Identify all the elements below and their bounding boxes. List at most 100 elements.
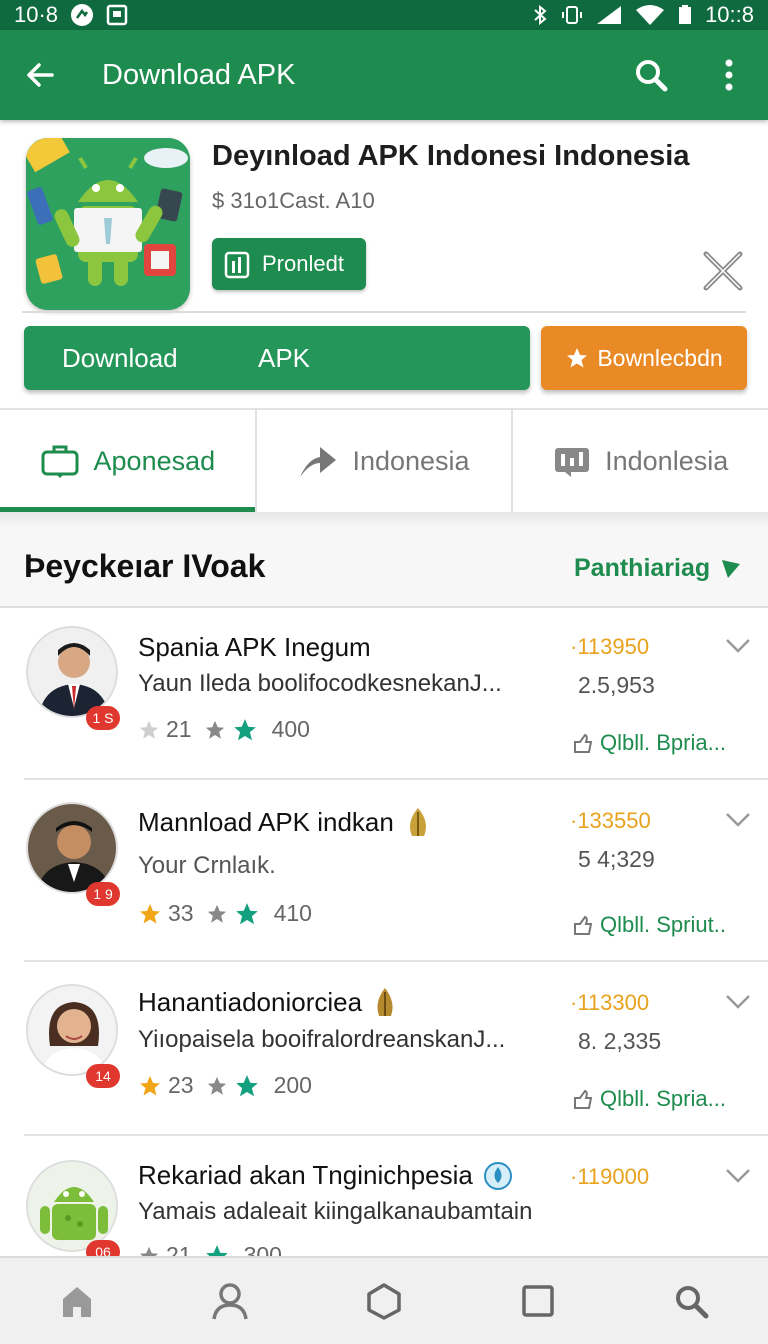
tab-indonlesia[interactable]: Indonlesia — [511, 410, 768, 512]
item-rating: 21 300 — [138, 1242, 282, 1256]
nav-home-button[interactable] — [0, 1258, 154, 1344]
review-count: 200 — [273, 1072, 312, 1098]
download-label: Download — [62, 342, 178, 373]
status-time-right: 10::8 — [705, 2, 754, 27]
item-rating: 33 410 — [138, 900, 312, 927]
tab-label: Indonlesia — [605, 445, 729, 476]
chart-bars-icon — [224, 251, 250, 279]
chevron-down-icon[interactable] — [724, 810, 752, 830]
gold-leaf-icon — [409, 808, 426, 836]
vibrate-icon — [561, 4, 583, 26]
tab-bar: Aponesad Indonesia Indonlesia — [0, 408, 768, 512]
home-icon — [62, 1287, 91, 1317]
list-item[interactable]: 06 Rekariad akan Tnginichpesia Yamais ad… — [0, 1136, 768, 1256]
app-bar-title: Download APK — [102, 58, 296, 91]
item-subtitle: Yaun Ileda boolifocodkesnekanJ... — [138, 670, 502, 697]
star-grey-icon — [205, 720, 224, 739]
section-heading: Þeyckeıar IVoak — [24, 548, 266, 584]
install-badge-label: Pronledt — [262, 251, 344, 276]
search-icon — [636, 60, 668, 92]
rating-value: 23 — [168, 1072, 194, 1098]
item-download-count: ·119000 — [570, 1164, 650, 1189]
gold-leaf-icon — [377, 988, 393, 1016]
avatar — [26, 802, 118, 894]
star-teal-icon — [235, 902, 258, 924]
chevron-down-icon[interactable] — [724, 636, 752, 656]
water-drop-icon — [483, 1161, 512, 1190]
item-size: 8. 2,335 — [578, 1028, 662, 1054]
tab-label: Aponesad — [93, 445, 216, 476]
item-download-count: ·113300 — [570, 990, 650, 1015]
more-options-button[interactable] — [690, 30, 768, 120]
battery-icon — [677, 4, 693, 26]
briefcase-icon — [41, 445, 79, 478]
share-icon — [574, 733, 593, 753]
download-apk-button[interactable]: Download APK — [24, 326, 530, 390]
item-rating: 23 200 — [138, 1072, 312, 1099]
chevron-down-icon[interactable] — [724, 1166, 752, 1186]
app-bar: Download APK — [0, 30, 768, 120]
share-icon — [574, 1089, 593, 1109]
divider — [22, 311, 746, 313]
item-action-link[interactable]: Qlbll. Spria... — [572, 1086, 726, 1112]
star-teal-icon — [205, 1244, 228, 1256]
signal-icon — [595, 4, 623, 26]
item-size: 2.5,953 — [578, 672, 655, 698]
list-item[interactable]: 1 9 Mannload APK indkan Your Crnlaık. 33… — [0, 780, 768, 962]
back-button[interactable] — [0, 30, 80, 120]
notification-badge: 1 S — [86, 706, 120, 730]
avatar — [26, 1160, 118, 1252]
rating-value: 33 — [168, 900, 194, 926]
star-grey-icon — [207, 904, 226, 923]
tab-indonesia[interactable]: Indonesia — [254, 410, 512, 512]
bluetooth-icon — [531, 4, 549, 26]
apk-label: APK — [258, 342, 311, 373]
list-item[interactable]: 14 Hanantiadoniorciea Yiıopaisela booifr… — [0, 962, 768, 1136]
item-title: Spania APK Inegum — [138, 632, 371, 662]
item-size: 5 4;329 — [578, 846, 655, 872]
close-button[interactable] — [700, 248, 746, 294]
tab-shadow — [0, 512, 768, 526]
back-arrow-icon — [27, 63, 54, 87]
profile-icon — [212, 1283, 249, 1320]
section-link[interactable]: Panthiariag — [574, 554, 742, 583]
notification-icon — [70, 3, 94, 27]
install-badge-button[interactable]: Pronledt — [212, 238, 366, 290]
item-action-link[interactable]: Qlbll. Bpria... — [572, 730, 726, 756]
screenshot-icon — [106, 4, 128, 26]
search-button[interactable] — [612, 30, 690, 120]
notification-badge: 14 — [86, 1064, 120, 1088]
rating-value: 21 — [166, 1242, 192, 1256]
secondary-download-label: Bownlecbdn — [597, 344, 723, 371]
nav-search-button[interactable] — [614, 1258, 768, 1344]
item-title: Hanantiadoniorciea — [138, 986, 398, 1018]
nav-hexagon-button[interactable] — [307, 1258, 461, 1344]
item-subtitle: Yamais adaleait kiingalkanaubamtain — [138, 1198, 533, 1225]
send-icon — [300, 447, 337, 477]
star-teal-icon — [233, 718, 256, 740]
nav-profile-button[interactable] — [154, 1258, 308, 1344]
nav-square-button[interactable] — [461, 1258, 615, 1344]
play-arrow-icon — [722, 559, 741, 578]
app-title: Deyınload APK Indonesi Indonesia — [212, 140, 690, 172]
item-subtitle: Your Crnlaık. — [138, 852, 276, 879]
item-download-count: ·113950 — [570, 634, 650, 659]
item-subtitle: Yiıopaisela booifralordreanskanJ... — [138, 1026, 506, 1053]
item-action-link[interactable]: Qlbll. Spriut.. — [572, 912, 726, 938]
star-gold-icon — [140, 1075, 160, 1095]
tab-label: Indonesia — [352, 445, 470, 476]
wifi-icon — [635, 4, 665, 26]
chevron-down-icon[interactable] — [724, 992, 752, 1012]
search-icon — [676, 1286, 709, 1319]
secondary-download-button[interactable]: Bownlecbdn — [541, 326, 747, 390]
list-item[interactable]: 1 S Spania APK Inegum Yaun Ileda boolifo… — [0, 608, 768, 780]
tab-aponesad[interactable]: Aponesad — [0, 410, 255, 512]
star-outline-icon — [139, 720, 159, 739]
more-vert-icon — [725, 59, 733, 91]
app-header: Deyınload APK Indonesi Indonesia $ 31o1C… — [0, 120, 768, 310]
bottom-navigation — [0, 1256, 768, 1344]
item-download-count: ·133550 — [570, 808, 651, 833]
chart-icon — [555, 448, 590, 477]
item-title: Rekariad akan Tnginichpesia — [138, 1160, 513, 1191]
star-teal-icon — [235, 1074, 258, 1096]
